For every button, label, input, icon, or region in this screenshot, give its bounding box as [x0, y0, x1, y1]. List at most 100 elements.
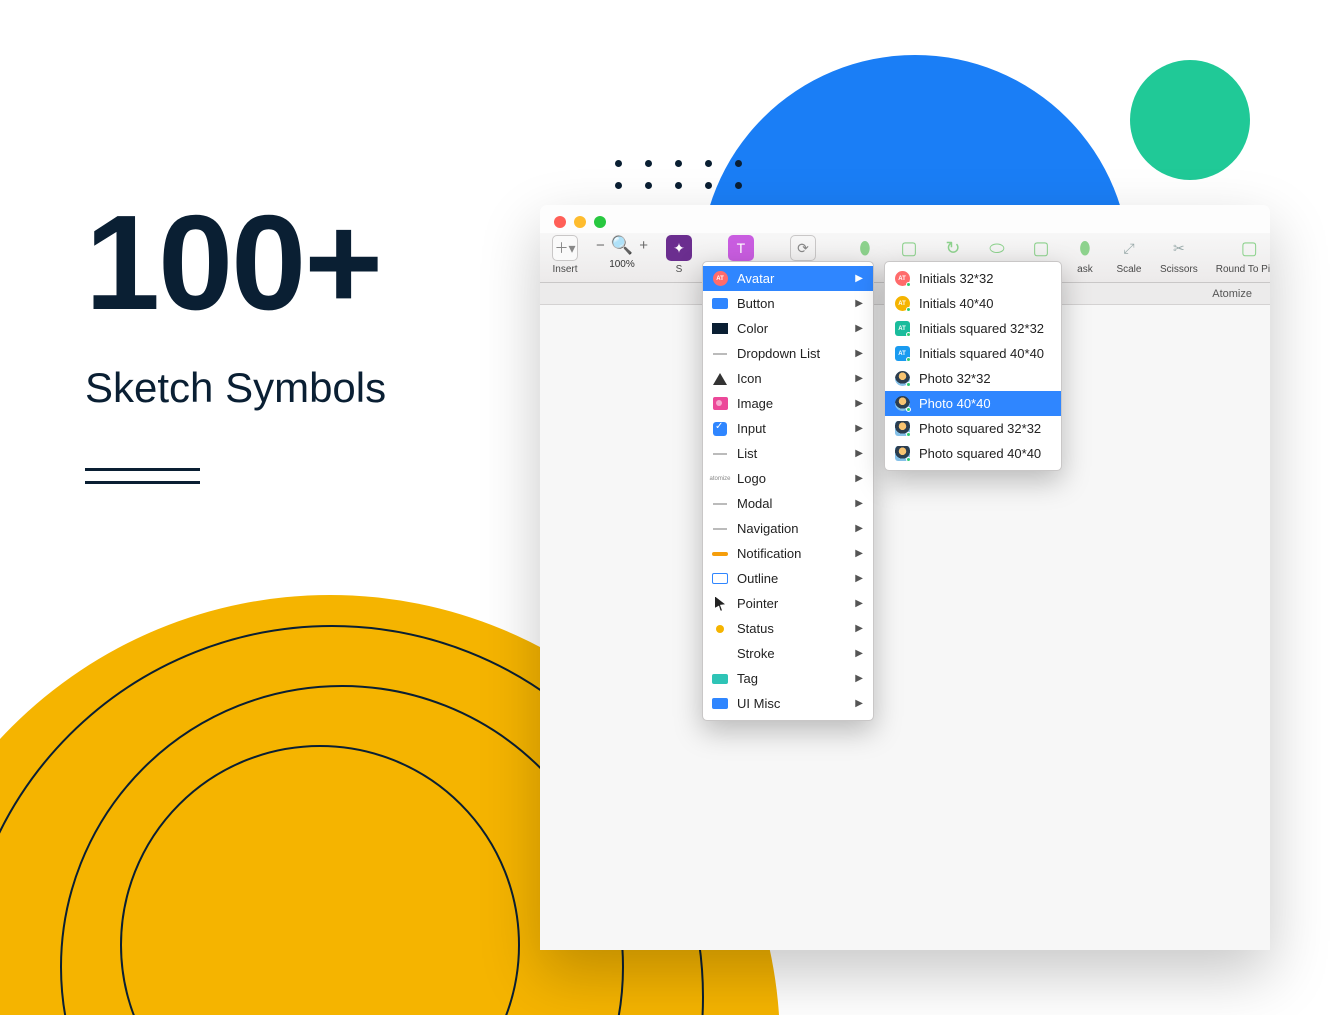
insert-tool[interactable]: ＋▾ Insert [552, 235, 578, 275]
submenu-arrow-icon: ▶ [855, 673, 863, 684]
menu-item-icon[interactable]: Icon▶ [703, 366, 873, 391]
submenu-item-label: Photo 32*32 [919, 371, 991, 386]
menu-item-label: Stroke [737, 646, 775, 661]
scale-tool[interactable]: ⤢ Scale [1116, 235, 1142, 275]
menu-item-logo[interactable]: atomize Logo ▶ [703, 466, 873, 491]
menu-item-image[interactable]: Image▶ [703, 391, 873, 416]
photo-avatar-icon [893, 447, 911, 461]
submenu-item-photo-32-32[interactable]: Photo 32*32 [885, 366, 1061, 391]
app-window: ＋▾ Insert − 🔍 + 100% ✦ S T [540, 205, 1270, 950]
submenu-item-label: Initials squared 40*40 [919, 346, 1044, 361]
zoom-control[interactable]: − 🔍 + 100% [596, 235, 648, 270]
initials-avatar-icon: AT [893, 297, 911, 311]
zoom-out-icon[interactable]: − [596, 237, 605, 254]
mask-icon: ⬮ [1072, 235, 1098, 261]
initials-avatar-icon: AT [893, 272, 911, 286]
blue-btn-icon [711, 297, 729, 311]
initials-avatar-icon: AT [893, 347, 911, 361]
menu-item-status[interactable]: Status▶ [703, 616, 873, 641]
menu-item-label: UI Misc [737, 696, 780, 711]
submenu-item-initials-squared-32-32[interactable]: AT Initials squared 32*32 [885, 316, 1061, 341]
leaf-icon: ⬮ [852, 235, 878, 261]
symbols-tool[interactable]: ✦ S [666, 235, 692, 275]
menu-item-dropdown-list[interactable]: Dropdown List▶ [703, 341, 873, 366]
submenu-arrow-icon: ▶ [855, 373, 863, 384]
scale-icon: ⤢ [1116, 235, 1142, 261]
submenu-item-initials-squared-40-40[interactable]: AT Initials squared 40*40 [885, 341, 1061, 366]
headline-underline-2 [85, 481, 200, 484]
scissors-tool[interactable]: ✂Scissors [1160, 235, 1198, 275]
line-icon [711, 447, 729, 461]
submenu-arrow-icon: ▶ [855, 523, 863, 534]
menu-item-ui-misc[interactable]: UI Misc ▶ [703, 691, 873, 716]
scissors-icon: ✂ [1166, 235, 1192, 261]
insert-label: Insert [552, 264, 577, 275]
submenu-arrow-icon: ▶ [855, 448, 863, 459]
menu-item-label: Logo [737, 471, 766, 486]
square-icon: ▢ [896, 235, 922, 261]
menu-item-tag[interactable]: Tag▶ [703, 666, 873, 691]
submenu-arrow-icon: ▶ [855, 273, 863, 284]
line-icon [711, 522, 729, 536]
submenu-item-label: Photo squared 32*32 [919, 421, 1041, 436]
submenu-item-photo-squared-32-32[interactable]: Photo squared 32*32 [885, 416, 1061, 441]
warn-icon [711, 372, 729, 386]
menu-item-stroke[interactable]: Stroke ▶ [703, 641, 873, 666]
menu-item-label: Modal [737, 496, 772, 511]
submenu-item-photo-squared-40-40[interactable]: Photo squared 40*40 [885, 441, 1061, 466]
logo-icon: atomize [711, 472, 729, 486]
mask-tool[interactable]: ⬮ ask [1072, 235, 1098, 275]
menu-item-label: Notification [737, 546, 801, 561]
close-window-button[interactable] [554, 216, 566, 228]
darknavy-icon [711, 322, 729, 336]
zoom-in-icon[interactable]: + [639, 237, 648, 254]
blob-icon: ⬭ [984, 235, 1010, 261]
traffic-lights[interactable] [554, 216, 606, 228]
menu-item-button[interactable]: Button ▶ [703, 291, 873, 316]
avatar-submenu[interactable]: ATInitials 32*32ATInitials 40*40ATInitia… [884, 261, 1062, 471]
menu-item-outline[interactable]: Outline▶ [703, 566, 873, 591]
round-label: Round To Pixel [1216, 264, 1270, 275]
initials-avatar-icon: AT [893, 322, 911, 336]
menu-item-color[interactable]: Color▶ [703, 316, 873, 341]
menu-item-modal[interactable]: Modal ▶ [703, 491, 873, 516]
menu-item-notification[interactable]: Notification▶ [703, 541, 873, 566]
submenu-arrow-icon: ▶ [855, 573, 863, 584]
mask-label: ask [1077, 264, 1093, 275]
pinkimg-icon [711, 397, 729, 411]
submenu-arrow-icon: ▶ [855, 498, 863, 509]
menu-item-label: Navigation [737, 521, 798, 536]
menu-item-pointer[interactable]: Pointer▶ [703, 591, 873, 616]
minimize-window-button[interactable] [574, 216, 586, 228]
submenu-item-label: Initials 32*32 [919, 271, 993, 286]
submenu-arrow-icon: ▶ [855, 648, 863, 659]
submenu-item-initials-40-40[interactable]: ATInitials 40*40 [885, 291, 1061, 316]
submenu-item-initials-32-32[interactable]: AT Initials 32*32 [885, 266, 1061, 291]
pixel-icon: ▢ [1236, 235, 1262, 261]
submenu-arrow-icon: ▶ [855, 298, 863, 309]
headline-underline [85, 468, 200, 471]
photo-avatar-icon [893, 422, 911, 436]
bluebox-icon [711, 697, 729, 711]
menu-item-list[interactable]: List ▶ [703, 441, 873, 466]
avatar-icon: AT [711, 272, 729, 286]
round-pixel-tool[interactable]: ▢ Round To Pixel [1216, 235, 1270, 275]
submenu-item-photo-40-40[interactable]: Photo 40*40 [885, 391, 1061, 416]
submenu-item-label: Initials squared 32*32 [919, 321, 1044, 336]
menu-item-label: Button [737, 296, 775, 311]
ptr-icon [711, 597, 729, 611]
menu-item-avatar[interactable]: ATAvatar▶ [703, 266, 873, 291]
menu-item-input[interactable]: Input▶ [703, 416, 873, 441]
menu-item-label: List [737, 446, 757, 461]
submenu-item-label: Photo 40*40 [919, 396, 991, 411]
symbols-menu[interactable]: ATAvatar▶Button▶Color▶Dropdown List▶Icon… [702, 261, 874, 721]
zoom-window-button[interactable] [594, 216, 606, 228]
scale-label: Scale [1116, 264, 1141, 275]
submenu-arrow-icon: ▶ [855, 473, 863, 484]
rounded-icon: ▢ [1028, 235, 1054, 261]
menu-item-navigation[interactable]: Navigation ▶ [703, 516, 873, 541]
decoration-green-circle [1130, 60, 1250, 180]
text-icon: T [728, 235, 754, 261]
submenu-arrow-icon: ▶ [855, 698, 863, 709]
menu-item-label: Dropdown List [737, 346, 820, 361]
